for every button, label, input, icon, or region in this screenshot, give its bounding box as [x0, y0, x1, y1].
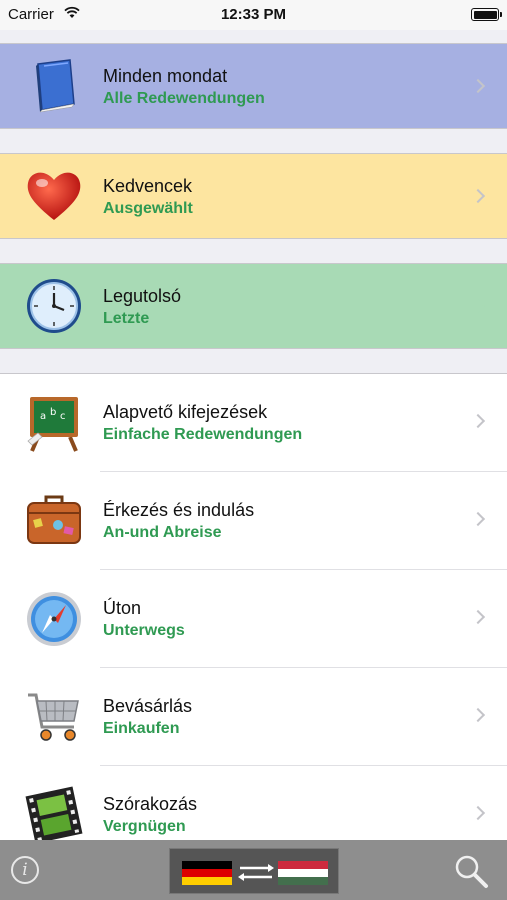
list-item-subtitle: An-und Abreise: [103, 524, 222, 541]
battery-icon: [471, 8, 502, 21]
suitcase-icon: [24, 491, 84, 551]
chevron-right-icon: [470, 188, 486, 204]
list-item-shopping[interactable]: Bevásárlás Einkaufen: [0, 668, 507, 766]
list-item-title: Úton: [103, 598, 142, 618]
list-item-subtitle: Vergnügen: [103, 818, 186, 835]
compass-icon: [24, 589, 84, 649]
list-item-subtitle: Einfache Redewendungen: [103, 426, 303, 443]
category-all-phrases[interactable]: Minden mondat Alle Redewendungen: [0, 43, 507, 129]
status-time: 12:33 PM: [220, 6, 287, 23]
chevron-right-icon: [470, 298, 486, 314]
category-subtitle: Ausgewählt: [103, 200, 193, 217]
info-icon: i: [22, 860, 28, 880]
chevron-right-icon: [470, 78, 486, 94]
category-title: Legutolsó: [103, 286, 182, 306]
list-item-title: Bevásárlás: [103, 696, 193, 716]
info-button[interactable]: i: [11, 856, 39, 884]
list-item-arrival-departure[interactable]: Érkezés és indulás An-und Abreise: [0, 472, 507, 570]
german-flag-icon: [182, 861, 232, 885]
category-favorites[interactable]: Kedvencek Ausgewählt: [0, 153, 507, 239]
category-recent[interactable]: Legutolsó Letzte: [0, 263, 507, 349]
search-icon[interactable]: [452, 852, 492, 892]
category-subtitle: Alle Redewendungen: [103, 90, 265, 107]
list-item-subtitle: Einkaufen: [103, 720, 180, 737]
svg-text:a: a: [40, 411, 46, 422]
chevron-right-icon: [470, 805, 486, 821]
svg-text:c: c: [60, 411, 66, 422]
chalkboard-icon: a b c: [24, 393, 84, 453]
list-item-subtitle: Unterwegs: [103, 622, 185, 639]
category-title: Minden mondat: [103, 66, 228, 86]
status-bar: Carrier 12:33 PM: [0, 0, 507, 30]
list-item-entertainment[interactable]: Szórakozás Vergnügen: [0, 766, 507, 840]
chevron-right-icon: [470, 511, 486, 527]
chevron-right-icon: [470, 707, 486, 723]
list-item-title: Alapvető kifejezések: [103, 402, 268, 422]
film-strip-icon: [24, 785, 84, 840]
list-item-title: Érkezés és indulás: [103, 500, 255, 520]
swap-arrows-icon: [238, 864, 274, 881]
bottom-toolbar: i: [0, 840, 507, 900]
category-subtitle: Letzte: [103, 310, 150, 327]
topic-list[interactable]: a b c Alapvető kifejezések Einfache Rede…: [0, 373, 507, 840]
language-switch-button[interactable]: [169, 848, 339, 894]
book-icon: [24, 56, 84, 116]
chevron-right-icon: [470, 413, 486, 429]
category-title: Kedvencek: [103, 176, 193, 196]
list-item-title: Szórakozás: [103, 794, 198, 814]
chevron-right-icon: [470, 609, 486, 625]
list-item-basic-expressions[interactable]: a b c Alapvető kifejezések Einfache Rede…: [0, 374, 507, 472]
clock-icon: [24, 276, 84, 336]
list-item-on-the-road[interactable]: Úton Unterwegs: [0, 570, 507, 668]
hungarian-flag-icon: [278, 861, 328, 885]
svg-text:b: b: [50, 407, 56, 418]
shopping-cart-icon: [24, 687, 84, 747]
heart-icon: [24, 166, 84, 226]
